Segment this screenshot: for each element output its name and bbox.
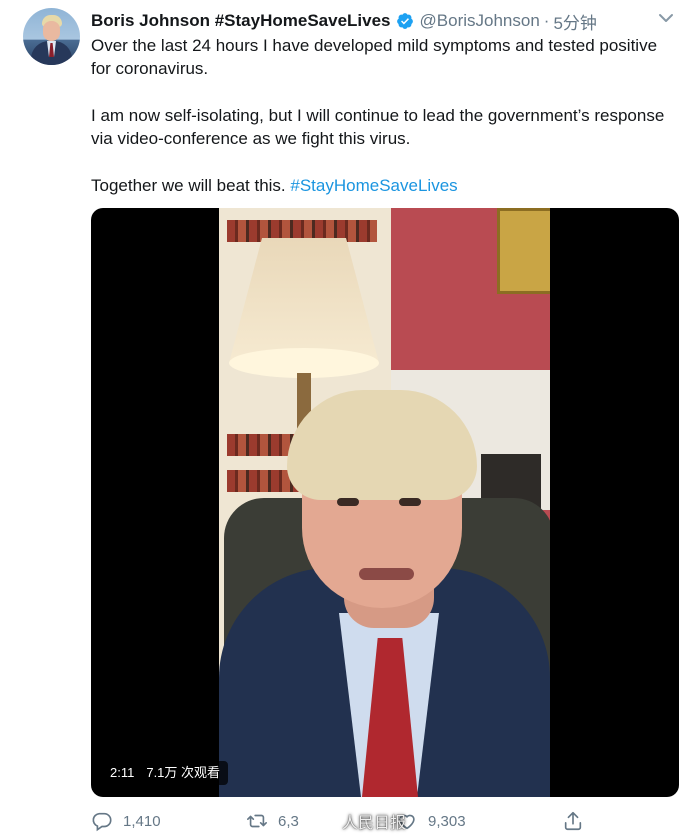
share-icon (564, 811, 582, 831)
video-frame (219, 208, 550, 797)
author-name[interactable]: Boris Johnson #StayHomeSaveLives (91, 11, 391, 31)
video-views: 7.1万 次观看 (146, 765, 221, 780)
like-button[interactable]: 9,303 (396, 807, 466, 835)
weibo-icon (318, 813, 338, 830)
retweet-icon (247, 814, 267, 828)
chevron-down-icon[interactable] (658, 12, 674, 24)
author-handle[interactable]: @BorisJohnson (420, 11, 540, 31)
reply-button[interactable]: 1,410 (91, 807, 161, 835)
retweet-button[interactable]: 6,3 (246, 807, 299, 835)
video-info-badge: 2:11 7.1万 次观看 (102, 761, 229, 785)
tweet-paragraph: Together we will beat this. #StayHomeSav… (91, 174, 671, 197)
video-duration: 2:11 (110, 765, 135, 780)
reply-icon (92, 812, 112, 832)
reply-count: 1,410 (123, 812, 161, 830)
tweet-paragraph: I am now self-isolating, but I will cont… (91, 106, 665, 148)
hashtag-link[interactable]: #StayHomeSaveLives (290, 176, 457, 195)
separator-dot: · (543, 11, 550, 30)
tweet: Boris Johnson #StayHomeSaveLives @BorisJ… (0, 0, 690, 839)
tweet-text-segment: Together we will beat this. (91, 176, 286, 195)
tweet-paragraph: Over the last 24 hours I have developed … (91, 36, 658, 78)
verified-badge-icon (396, 13, 413, 29)
like-count: 9,303 (428, 812, 466, 830)
watermark-text: 人民日报 (342, 815, 407, 832)
retweet-count: 6,3 (278, 812, 299, 830)
tweet-header: Boris Johnson #StayHomeSaveLives @BorisJ… (91, 9, 597, 33)
video-player[interactable] (91, 208, 679, 797)
timestamp[interactable]: 5分钟 (553, 9, 596, 34)
avatar[interactable] (23, 8, 80, 65)
share-button[interactable] (562, 807, 594, 835)
watermark: 人民日报 (318, 808, 406, 834)
